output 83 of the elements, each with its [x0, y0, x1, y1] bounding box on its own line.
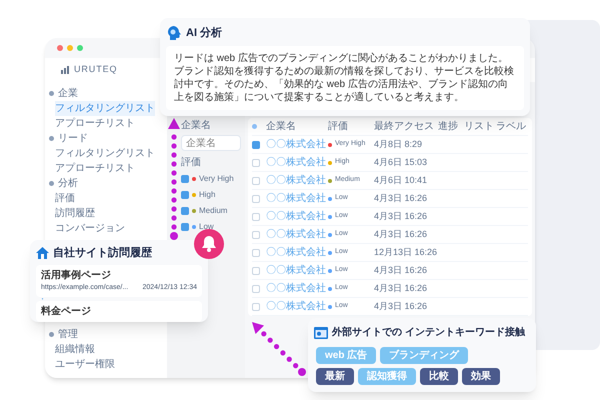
- sidebar-item[interactable]: アプローチリスト: [55, 116, 135, 131]
- row-checkbox[interactable]: [252, 194, 260, 202]
- group-icon: [49, 136, 54, 141]
- company-link[interactable]: 〇〇株式会社: [266, 299, 328, 314]
- sidebar-group[interactable]: 分析: [45, 176, 78, 191]
- card-title: 自社サイト訪問履歴: [53, 246, 152, 261]
- sidebar-item[interactable]: 訪問履歴: [55, 206, 95, 221]
- sidebar-group[interactable]: リード: [45, 131, 88, 146]
- option-label: Low: [199, 221, 214, 233]
- table-cell-text: 4月6日 10:41: [374, 174, 428, 187]
- row-checkbox[interactable]: [252, 284, 260, 292]
- company-link[interactable]: 〇〇株式会社: [266, 191, 328, 206]
- table-cell-text: 4月3日 16:26: [374, 210, 428, 223]
- column-header[interactable]: 企業名: [266, 119, 328, 134]
- row-checkbox[interactable]: [252, 266, 260, 274]
- sidebar-item[interactable]: フィルタリングリスト: [55, 101, 155, 116]
- keyword-tag: 認知獲得: [358, 368, 416, 385]
- row-checkbox[interactable]: [252, 302, 260, 310]
- sidebar-item[interactable]: ユーザー権限: [55, 357, 115, 372]
- sidebar-group[interactable]: 企業: [45, 86, 78, 101]
- company-link[interactable]: 〇〇株式会社: [266, 155, 328, 170]
- dotted-arrow: [252, 322, 306, 376]
- browser-window-icon: [314, 326, 328, 338]
- keyword-tag: 効果: [462, 368, 500, 385]
- row-checkbox[interactable]: [252, 176, 260, 184]
- select-all-icon[interactable]: [252, 124, 257, 129]
- table-cell-text: 4月3日 16:26: [374, 264, 428, 277]
- company-link[interactable]: 〇〇株式会社: [266, 209, 328, 224]
- table-cell-text: 4月3日 16:26: [374, 228, 428, 241]
- table-cell-text: 4月3日 16:26: [374, 192, 428, 205]
- sidebar-item[interactable]: アプローチリスト: [55, 161, 135, 176]
- group-icon: [49, 91, 54, 96]
- row-checkbox[interactable]: [252, 230, 260, 238]
- analysis-text: リードは web 広告でのブランディングに関心があることがわかりました。ブランド認知を獲得するための最新の情報を探しており、サービスを比較検討中です。そのため、「効果的な web 広告の活用法や、ブランド認知の向上を図る施策」について提案することが適していると考えます。: [166, 46, 524, 110]
- checkbox[interactable]: [181, 223, 189, 231]
- column-header[interactable]: ラベル: [496, 119, 528, 134]
- card-title: 外部サイトでの インテントキーワード接触: [332, 326, 525, 340]
- company-search-field[interactable]: 企業名: [181, 135, 241, 151]
- logo-icon: [61, 66, 70, 74]
- checkbox[interactable]: [181, 191, 189, 199]
- company-link[interactable]: 〇〇株式会社: [266, 245, 328, 260]
- keyword-tag: web 広告: [316, 347, 376, 364]
- row-checkbox[interactable]: [252, 140, 260, 148]
- row-checkbox[interactable]: [252, 212, 260, 220]
- row-checkbox[interactable]: [252, 248, 260, 256]
- column-header[interactable]: 最終アクセス: [374, 119, 438, 134]
- company-link[interactable]: 〇〇株式会社: [266, 227, 328, 242]
- field-label: 評価: [181, 156, 202, 170]
- company-link[interactable]: 〇〇株式会社: [266, 173, 328, 188]
- option-label: Medium: [199, 205, 228, 217]
- sidebar-item[interactable]: フィルタリングリスト: [55, 146, 155, 161]
- sidebar-item[interactable]: コンバージョン: [55, 221, 125, 236]
- logo-text: URUTEQ: [74, 63, 118, 76]
- table-cell-text: 4月3日 16:26: [374, 282, 428, 295]
- company-link[interactable]: 〇〇株式会社: [266, 281, 328, 296]
- keyword-tag: 最新: [316, 368, 354, 385]
- row-checkbox[interactable]: [252, 158, 260, 166]
- checkbox[interactable]: [181, 207, 189, 215]
- group-icon: [49, 181, 54, 186]
- column-header[interactable]: 進捗: [438, 119, 464, 134]
- checkbox[interactable]: [181, 175, 189, 183]
- field-label: 企業名: [181, 118, 212, 133]
- company-link[interactable]: 〇〇株式会社: [266, 263, 328, 278]
- card-title: AI 分析: [186, 26, 222, 41]
- sidebar-item[interactable]: 評価: [55, 191, 75, 206]
- keyword-tag: ブランディング: [380, 347, 468, 364]
- option-label: High: [199, 189, 216, 201]
- table-cell-text: 4月8日 8:29: [374, 138, 424, 151]
- option-label: Very High: [199, 173, 234, 185]
- column-header[interactable]: リスト: [464, 119, 496, 134]
- company-link[interactable]: 〇〇株式会社: [266, 137, 328, 152]
- group-icon: [49, 332, 54, 337]
- bell-icon[interactable]: [194, 229, 224, 259]
- table-cell-text: 4月6日 15:03: [374, 156, 428, 169]
- sidebar-item[interactable]: 組織情報: [55, 342, 95, 357]
- page-entry[interactable]: 料金ページ: [36, 301, 202, 322]
- head-icon: [166, 25, 182, 41]
- house-icon: [36, 247, 49, 259]
- table-cell-text: 12月13日 16:26: [374, 246, 438, 259]
- keyword-tag: 比較: [420, 368, 458, 385]
- table-cell-text: 4月3日 16:26: [374, 300, 428, 313]
- column-header[interactable]: 評価: [328, 119, 374, 134]
- sidebar-group[interactable]: 管理: [45, 327, 78, 342]
